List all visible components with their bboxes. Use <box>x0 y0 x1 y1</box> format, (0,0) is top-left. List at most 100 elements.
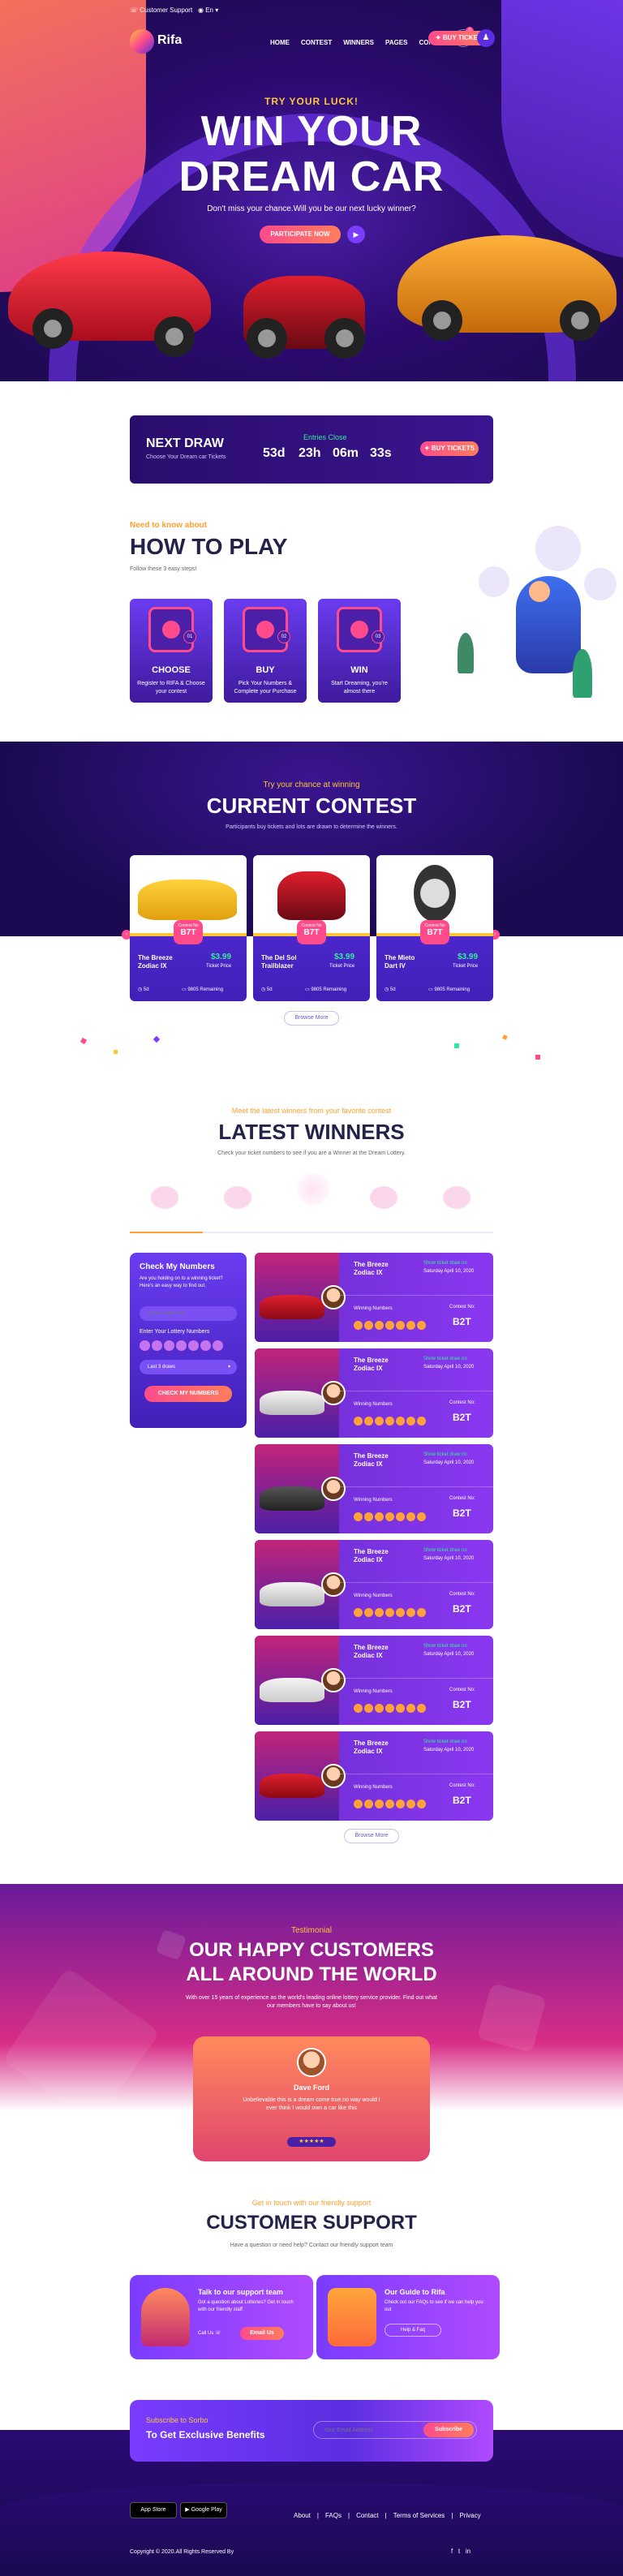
user-avatar-icon[interactable]: ♟ <box>477 29 495 47</box>
play-video-icon[interactable]: ▶ <box>347 226 365 243</box>
play-card-title: BUY <box>256 665 275 675</box>
entries-close-label: Entries Close <box>303 433 347 441</box>
number-input[interactable] <box>152 1340 162 1351</box>
footer-link-about[interactable]: About <box>294 2512 311 2519</box>
winner-row[interactable]: The Breeze Zodiac IX Show ticket draw no Sa… <box>255 1636 493 1725</box>
google-play-badge[interactable]: ▶ Google Play <box>180 2502 227 2518</box>
contest-tab-icon[interactable] <box>370 1186 397 1209</box>
step-number: 01 <box>183 630 196 643</box>
winning-numbers-label: Winning Numbers <box>354 1593 393 1598</box>
footer-link-privacy[interactable]: Privacy <box>459 2512 480 2519</box>
hero-title-line1: WIN YOUR <box>200 108 423 155</box>
buy-tickets-button[interactable]: ✦ BUY TICKETS <box>420 441 479 456</box>
number-input[interactable] <box>188 1340 199 1351</box>
subscribe-button[interactable]: Subscribe <box>423 2423 474 2437</box>
contest-card[interactable]: Contest No B7T The Del Sol Trailblazer $3… <box>253 855 370 1001</box>
linkedin-icon[interactable]: in <box>466 2548 470 2555</box>
call-us-link[interactable]: Call Us ☏ <box>198 2330 221 2336</box>
twitter-icon[interactable]: t <box>458 2548 460 2555</box>
nav-pages[interactable]: PAGES <box>385 39 407 46</box>
winning-numbers-label: Winning Numbers <box>354 1785 393 1790</box>
contest-badge: Contest No B7T <box>420 920 449 944</box>
chevron-down-icon: ▾ <box>227 1365 230 1370</box>
browse-more-contests-button[interactable]: Browse More <box>284 1011 339 1026</box>
support-card-team: Talk to our support team Got a question … <box>130 2275 313 2359</box>
contest-tab-icon[interactable] <box>151 1186 178 1209</box>
illustration-circle <box>535 526 581 571</box>
participate-now-button[interactable]: PARTICIPATE NOW <box>260 226 341 243</box>
copyright-text: Copyright © 2020.All Rights Reserved By <box>130 2549 234 2555</box>
winner-row[interactable]: The Breeze Zodiac IX Show ticket draw no Sa… <box>255 1731 493 1821</box>
winner-row[interactable]: The Breeze Zodiac IX Show ticket draw no Sa… <box>255 1253 493 1342</box>
how-to-play-desc: Follow these 3 easy steps! <box>130 566 197 572</box>
support-agent-icon <box>141 2288 190 2346</box>
contest-name: The Del Sol <box>261 954 297 961</box>
app-store-badge[interactable]: App Store <box>130 2502 177 2518</box>
person-head <box>529 581 550 602</box>
winner-date: Saturday April 10, 2020 <box>423 1748 475 1752</box>
number-input[interactable] <box>200 1340 211 1351</box>
brand-logo-icon[interactable] <box>130 29 154 54</box>
draw-select[interactable]: Last 3 draws ▾ <box>140 1360 237 1374</box>
show-ticket-link[interactable]: Show ticket draw no <box>423 1261 467 1266</box>
number-input[interactable] <box>140 1340 150 1351</box>
testimonial-title-line2: ALL AROUND THE WORLD <box>186 1963 437 1985</box>
nav-contest[interactable]: CONTEST <box>301 39 332 46</box>
contest-number-input[interactable] <box>140 1306 237 1321</box>
contest-badge: Contest No B7T <box>297 920 326 944</box>
number-input[interactable] <box>213 1340 223 1351</box>
facebook-icon[interactable]: f <box>451 2548 453 2555</box>
winner-row[interactable]: The Breeze Zodiac IX Show ticket draw no Sa… <box>255 1444 493 1533</box>
show-ticket-link[interactable]: Show ticket draw no <box>423 1644 467 1649</box>
winner-row[interactable]: The Breeze Zodiac IX Show ticket draw no Sa… <box>255 1348 493 1438</box>
contest-no-label: Contest No: <box>449 1783 475 1788</box>
support-kicker: Get in touch with our friendly support <box>251 2199 372 2207</box>
show-ticket-link[interactable]: Show ticket draw no <box>423 1357 467 1361</box>
how-to-play-kicker: Need to know about <box>130 521 207 530</box>
number-input[interactable] <box>176 1340 187 1351</box>
contest-tab-icon-active[interactable] <box>297 1173 329 1206</box>
next-draw-subtitle: Choose Your Dream car Tickets <box>146 454 226 460</box>
brand-name[interactable]: Rifa <box>157 33 182 48</box>
footer-link-contact[interactable]: Contact <box>356 2512 379 2519</box>
show-ticket-link[interactable]: Show ticket draw no <box>423 1548 467 1553</box>
check-my-numbers-button[interactable]: CHECK MY NUMBERS <box>144 1386 232 1402</box>
contest-price: $3.99 <box>458 953 479 961</box>
play-store-icon: ▶ <box>185 2507 190 2513</box>
choose-icon <box>148 607 194 652</box>
play-card-desc: Register to RIFA & Choose your contest <box>137 681 205 695</box>
winner-contest-name: Zodiac IX <box>354 1556 383 1563</box>
winners-kicker: Meet the latest winners from your favori… <box>231 1107 392 1115</box>
winning-number-balls <box>354 1702 428 1717</box>
winners-desc: Check your ticket numbers to see if you … <box>217 1150 406 1156</box>
hero-kicker: TRY YOUR LUCK! <box>264 96 359 107</box>
help-faq-button[interactable]: Help & Faq <box>385 2324 441 2337</box>
contest-desc: Participants buy tickets and lots are dr… <box>226 824 397 830</box>
testimonial-title-line1: OUR HAPPY CUSTOMERS <box>189 1939 434 1961</box>
footer-link-faqs[interactable]: FAQs <box>325 2512 342 2519</box>
number-input[interactable] <box>164 1340 174 1351</box>
contest-card[interactable]: Contest No B7T The Breeze Zodiac IX $3.99… <box>130 855 247 1001</box>
contest-card[interactable]: Contest No B7T The Mieto Dart IV $3.99 Ti… <box>376 855 493 1001</box>
language-selector[interactable]: ◉ En ▾ <box>198 6 218 14</box>
contest-name: Trailblazer <box>261 962 294 970</box>
winner-info: The Breeze Zodiac IX Show ticket draw no Sa… <box>339 1731 493 1821</box>
customer-support-link[interactable]: ☏ Customer Support <box>130 6 192 14</box>
browse-more-winners-button[interactable]: Browse More <box>344 1829 399 1843</box>
check-numbers-desc: Are you holding on to a winning ticket? … <box>140 1276 223 1288</box>
nav-home[interactable]: HOME <box>270 39 290 46</box>
support-card-desc: Check out our FAQs to see if we can help… <box>385 2300 483 2312</box>
footer-wave <box>0 2483 623 2576</box>
testimonial-kicker: Testimonial <box>290 1926 333 1935</box>
show-ticket-link[interactable]: Show ticket draw no <box>423 1452 467 1457</box>
contest-tab-icon[interactable] <box>443 1186 470 1209</box>
footer-link-terms[interactable]: Terms of Services <box>393 2512 445 2519</box>
winning-number-balls <box>354 1511 428 1525</box>
show-ticket-link[interactable]: Show ticket draw no <box>423 1740 467 1744</box>
nav-winners[interactable]: WINNERS <box>343 39 374 46</box>
step-number: 02 <box>277 630 290 643</box>
email-us-button[interactable]: Email Us <box>240 2327 284 2340</box>
support-card-title: Our Guide to Rifa <box>385 2288 445 2296</box>
winner-row[interactable]: The Breeze Zodiac IX Show ticket draw no Sa… <box>255 1540 493 1629</box>
contest-tab-icon[interactable] <box>224 1186 251 1209</box>
